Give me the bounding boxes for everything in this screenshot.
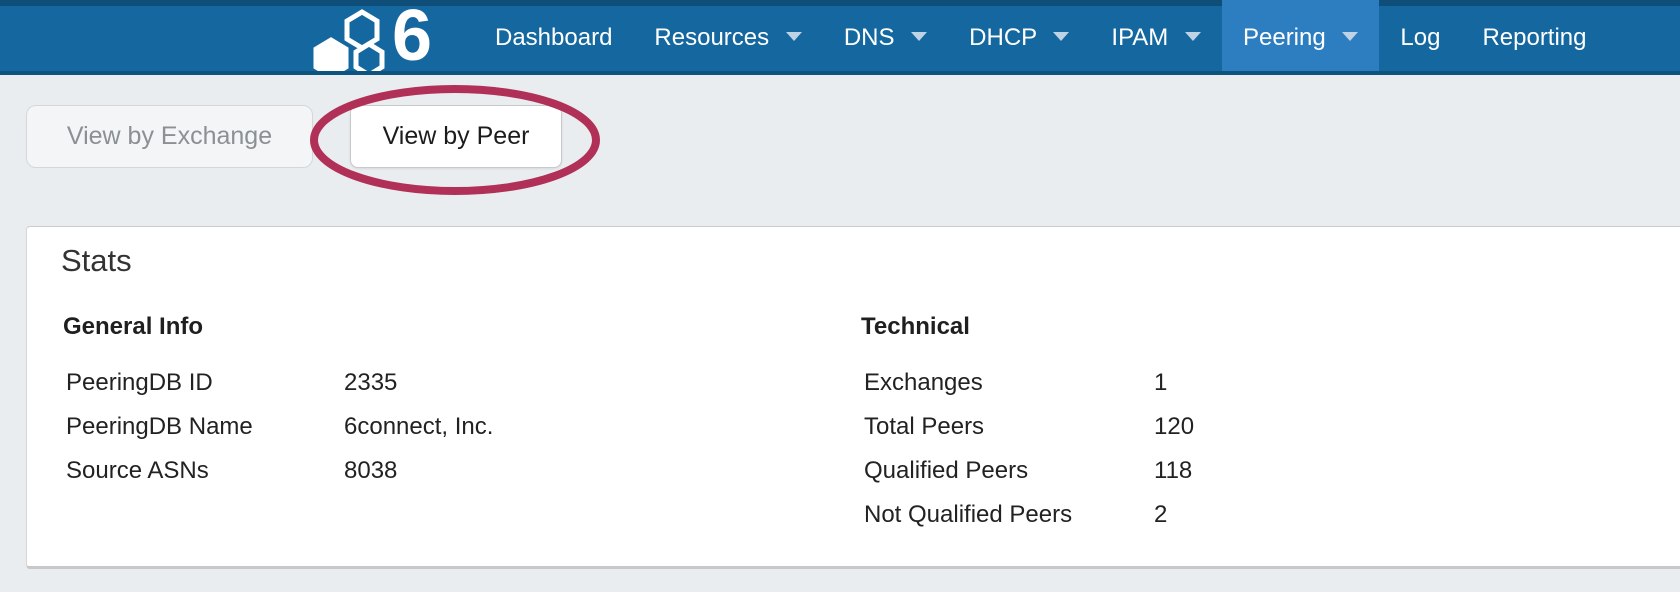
stat-value: 1 <box>1154 369 1167 397</box>
nav-menu: Dashboard Resources DNS DHCP IPAM Peerin… <box>474 0 1608 75</box>
nav-item-label: IPAM <box>1111 24 1168 51</box>
stat-label: Total Peers <box>859 413 1154 441</box>
stats-panel: Stats General Info PeeringDB ID 2335 Pee… <box>26 226 1680 569</box>
nav-item-label: Resources <box>654 24 769 51</box>
nav-item-label: Dashboard <box>495 24 612 51</box>
view-by-exchange-label: View by Exchange <box>67 122 272 151</box>
stat-value: 118 <box>1154 457 1192 485</box>
nav-item-dhcp[interactable]: DHCP <box>948 0 1090 75</box>
stat-row-peeringdb-id: PeeringDB ID 2335 <box>61 361 781 405</box>
nav-item-resources[interactable]: Resources <box>633 0 822 75</box>
nav-item-log[interactable]: Log <box>1379 0 1461 75</box>
view-by-peer-label: View by Peer <box>383 122 530 151</box>
stat-value: 2335 <box>344 369 397 397</box>
general-info-heading: General Info <box>61 313 781 341</box>
stat-label: Source ASNs <box>61 457 344 485</box>
view-by-peer-button[interactable]: View by Peer <box>350 105 562 168</box>
nav-item-peering[interactable]: Peering <box>1222 0 1379 75</box>
nav-item-ipam[interactable]: IPAM <box>1090 0 1222 75</box>
technical-heading: Technical <box>859 313 1579 341</box>
stat-row-total-peers: Total Peers 120 <box>859 405 1579 449</box>
stat-label: PeeringDB Name <box>61 413 344 441</box>
provision-logo[interactable]: 6 <box>306 4 430 75</box>
stat-row-exchanges: Exchanges 1 <box>859 361 1579 405</box>
technical-section: Technical Exchanges 1 Total Peers 120 Qu… <box>859 313 1579 537</box>
chevron-down-icon <box>786 32 802 41</box>
nav-item-label: Log <box>1400 24 1440 51</box>
chevron-down-icon <box>1342 32 1358 41</box>
stat-label: PeeringDB ID <box>61 369 344 397</box>
chevron-down-icon <box>911 32 927 41</box>
stats-panel-title: Stats <box>61 243 132 279</box>
nav-item-label: Reporting <box>1482 24 1586 51</box>
stat-row-not-qualified-peers: Not Qualified Peers 2 <box>859 493 1579 537</box>
stat-row-qualified-peers: Qualified Peers 118 <box>859 449 1579 493</box>
chevron-down-icon <box>1053 32 1069 41</box>
nav-item-label: DHCP <box>969 24 1037 51</box>
stat-row-source-asns: Source ASNs 8038 <box>61 449 781 493</box>
top-navbar: 6 Dashboard Resources DNS DHCP IPAM Peer… <box>0 0 1680 75</box>
chevron-down-icon <box>1185 32 1201 41</box>
nav-item-label: DNS <box>844 24 895 51</box>
general-info-section: General Info PeeringDB ID 2335 PeeringDB… <box>61 313 781 493</box>
logo-6-text: 6 <box>392 4 430 68</box>
nav-item-dashboard[interactable]: Dashboard <box>474 0 633 75</box>
nav-item-label: Peering <box>1243 24 1326 51</box>
nav-item-dns[interactable]: DNS <box>823 0 948 75</box>
stat-row-peeringdb-name: PeeringDB Name 6connect, Inc. <box>61 405 781 449</box>
stat-value: 6connect, Inc. <box>344 413 493 441</box>
stat-value: 2 <box>1154 501 1167 529</box>
navbar-bottom-border <box>0 71 1680 75</box>
stat-label: Not Qualified Peers <box>859 501 1154 529</box>
view-by-exchange-button[interactable]: View by Exchange <box>26 105 313 168</box>
stat-label: Exchanges <box>859 369 1154 397</box>
stat-value: 8038 <box>344 457 397 485</box>
stat-label: Qualified Peers <box>859 457 1154 485</box>
nav-item-reporting[interactable]: Reporting <box>1461 0 1607 75</box>
hexagons-logo-icon <box>306 4 390 74</box>
stat-value: 120 <box>1154 413 1194 441</box>
